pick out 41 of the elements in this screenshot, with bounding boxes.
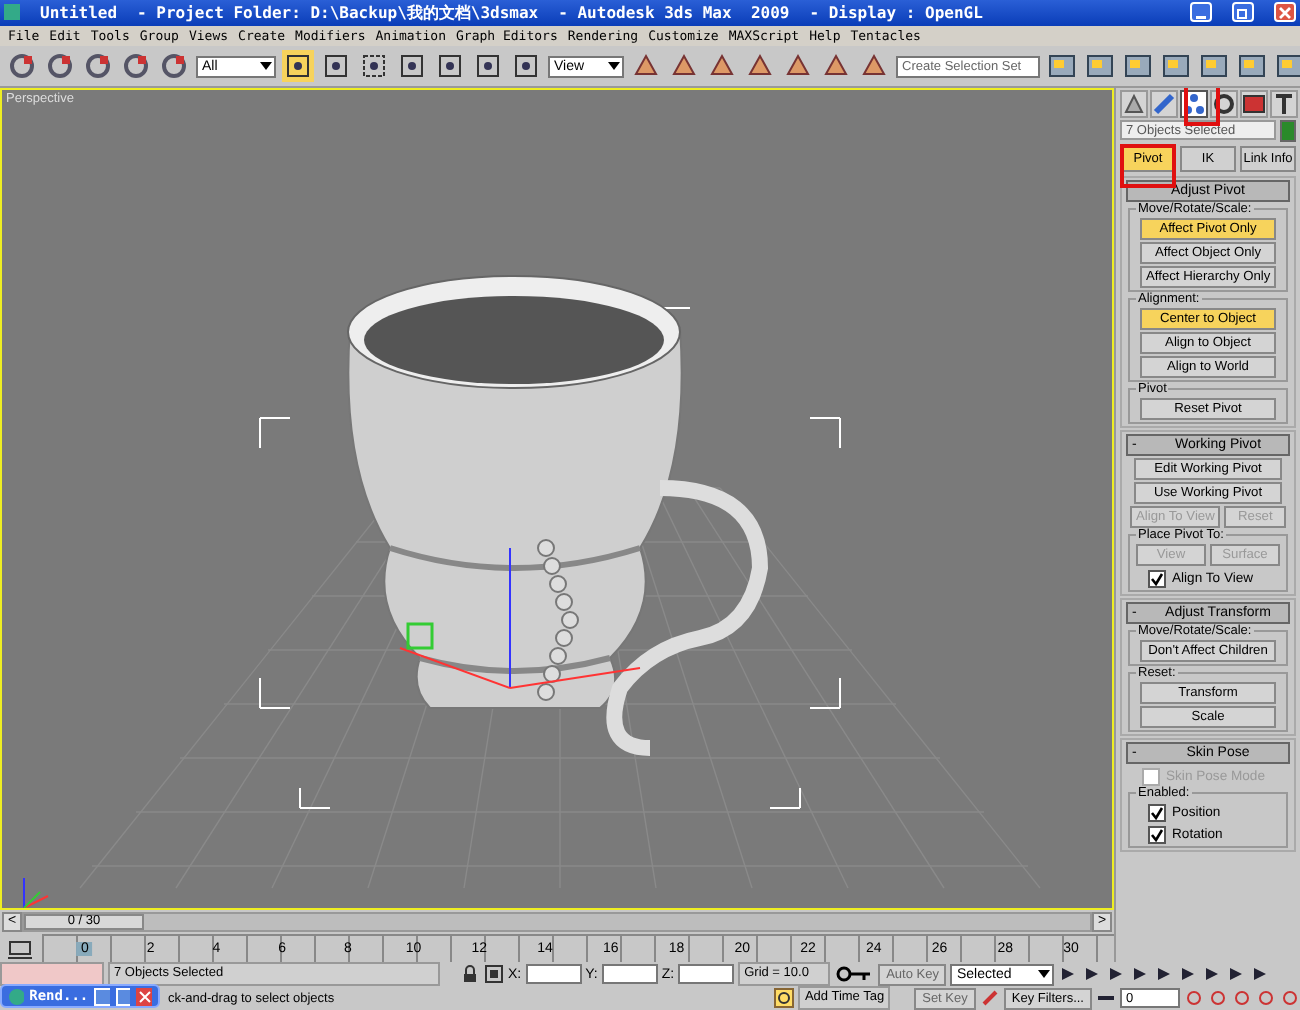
window-title: - Display : OpenGL xyxy=(809,3,983,22)
restore-icon xyxy=(1236,5,1250,20)
app-icon xyxy=(4,4,20,21)
restore-button[interactable] xyxy=(1232,2,1254,23)
close-icon xyxy=(1278,5,1292,20)
caret-icon xyxy=(260,62,272,71)
window-title: - Autodesk 3ds Max 2009 xyxy=(558,3,790,22)
key-icon[interactable] xyxy=(834,964,875,984)
time-tag-icon[interactable] xyxy=(774,988,795,1008)
window-title: - Project Folder: D:\Backup\我的文档\3dsmax xyxy=(137,1,539,24)
mini-curve-editor-icon[interactable] xyxy=(6,936,34,960)
x-coordinate-field[interactable] xyxy=(525,964,582,984)
undo-icon[interactable] xyxy=(6,50,38,83)
select-arrow-icon[interactable] xyxy=(282,50,314,83)
modify-icon[interactable] xyxy=(1150,90,1178,118)
caret-icon xyxy=(1038,970,1051,978)
highlight-frame xyxy=(1184,88,1220,126)
create-icon[interactable] xyxy=(1120,90,1148,118)
object-color-swatch[interactable] xyxy=(1280,120,1296,142)
maxscript-listener-field[interactable] xyxy=(0,962,104,986)
close-button[interactable] xyxy=(1274,2,1296,23)
key-mode-icon[interactable] xyxy=(979,988,1000,1008)
checkbox[interactable] xyxy=(1148,825,1166,843)
close-icon[interactable] xyxy=(136,987,153,1005)
z-coordinate-field[interactable] xyxy=(678,964,735,984)
restore-icon[interactable] xyxy=(94,987,110,1005)
absolute-mode-icon[interactable] xyxy=(484,964,504,984)
display-icon[interactable] xyxy=(1240,90,1268,118)
caret-icon xyxy=(608,62,620,71)
redo-icon[interactable] xyxy=(44,50,76,83)
minimize-button[interactable] xyxy=(1190,2,1212,23)
app-icon xyxy=(8,987,24,1005)
checkbox[interactable] xyxy=(1148,803,1166,821)
checkbox[interactable] xyxy=(1148,569,1166,587)
play-icon[interactable] xyxy=(1106,964,1127,984)
axis-icon xyxy=(23,877,49,908)
utilities-icon[interactable] xyxy=(1270,90,1298,118)
maximize-icon[interactable] xyxy=(115,987,131,1005)
window-title: Untitled xyxy=(40,3,118,22)
lock-icon[interactable] xyxy=(460,964,480,984)
y-coordinate-field[interactable] xyxy=(601,964,658,984)
